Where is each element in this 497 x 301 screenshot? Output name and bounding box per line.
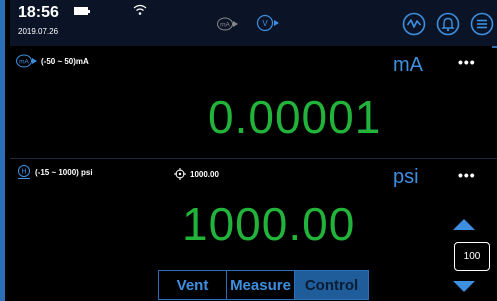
channel-2-range-row[interactable]: H (-15 ~ 1000) psi	[16, 165, 93, 179]
channel-2-range: (-15 ~ 1000) psi	[35, 167, 93, 177]
tab-vent[interactable]: Vent	[159, 271, 227, 299]
svg-text:mA: mA	[19, 59, 29, 66]
channel-1-unit[interactable]: mA	[393, 54, 423, 77]
chart-icon[interactable]	[402, 12, 426, 36]
step-size-box[interactable]: 100	[454, 242, 490, 271]
svg-text:V: V	[262, 19, 268, 28]
channel-2-unit[interactable]: psi	[393, 166, 419, 189]
channel-1-more-button[interactable]: •••	[458, 54, 476, 70]
device-frame: 18:56 2019.07.26 mA V mA (-50 ~ 50)mA mA…	[0, 0, 497, 301]
battery-icon	[74, 7, 90, 15]
channel-2-more-button[interactable]: •••	[458, 167, 476, 183]
bell-icon[interactable]	[436, 12, 460, 36]
target-icon	[174, 168, 186, 180]
ma-channel-icon: mA	[16, 54, 37, 68]
tab-control[interactable]: Control	[295, 271, 368, 299]
increment-arrow-icon[interactable]	[453, 219, 475, 230]
channel-1-reading: 0.00001	[208, 91, 382, 143]
channel-1-range-row[interactable]: mA (-50 ~ 50)mA	[16, 54, 89, 68]
status-header: 18:56 2019.07.26 mA V	[10, 0, 497, 46]
tab-measure[interactable]: Measure	[227, 271, 295, 299]
setpoint-row[interactable]: 1000.00	[174, 167, 219, 181]
channel-1-range: (-50 ~ 50)mA	[41, 56, 89, 66]
channel-2-reading: 1000.00	[182, 198, 356, 250]
clock-time: 18:56	[18, 4, 59, 21]
mode-tabs: Vent Measure Control	[158, 270, 369, 300]
wifi-icon	[133, 4, 147, 15]
pressure-channel-icon: H	[18, 165, 30, 179]
clock-date: 2019.07.26	[18, 27, 59, 36]
menu-icon[interactable]	[470, 12, 494, 36]
decrement-arrow-icon[interactable]	[453, 281, 475, 292]
setpoint-value: 1000.00	[190, 169, 219, 179]
mode-ma-icon[interactable]: mA	[217, 17, 239, 31]
mode-v-icon[interactable]: V	[256, 14, 280, 32]
svg-text:H: H	[21, 169, 26, 176]
svg-text:mA: mA	[220, 22, 230, 29]
channel-1-panel: mA (-50 ~ 50)mA mA ••• 0.00001	[10, 48, 497, 158]
